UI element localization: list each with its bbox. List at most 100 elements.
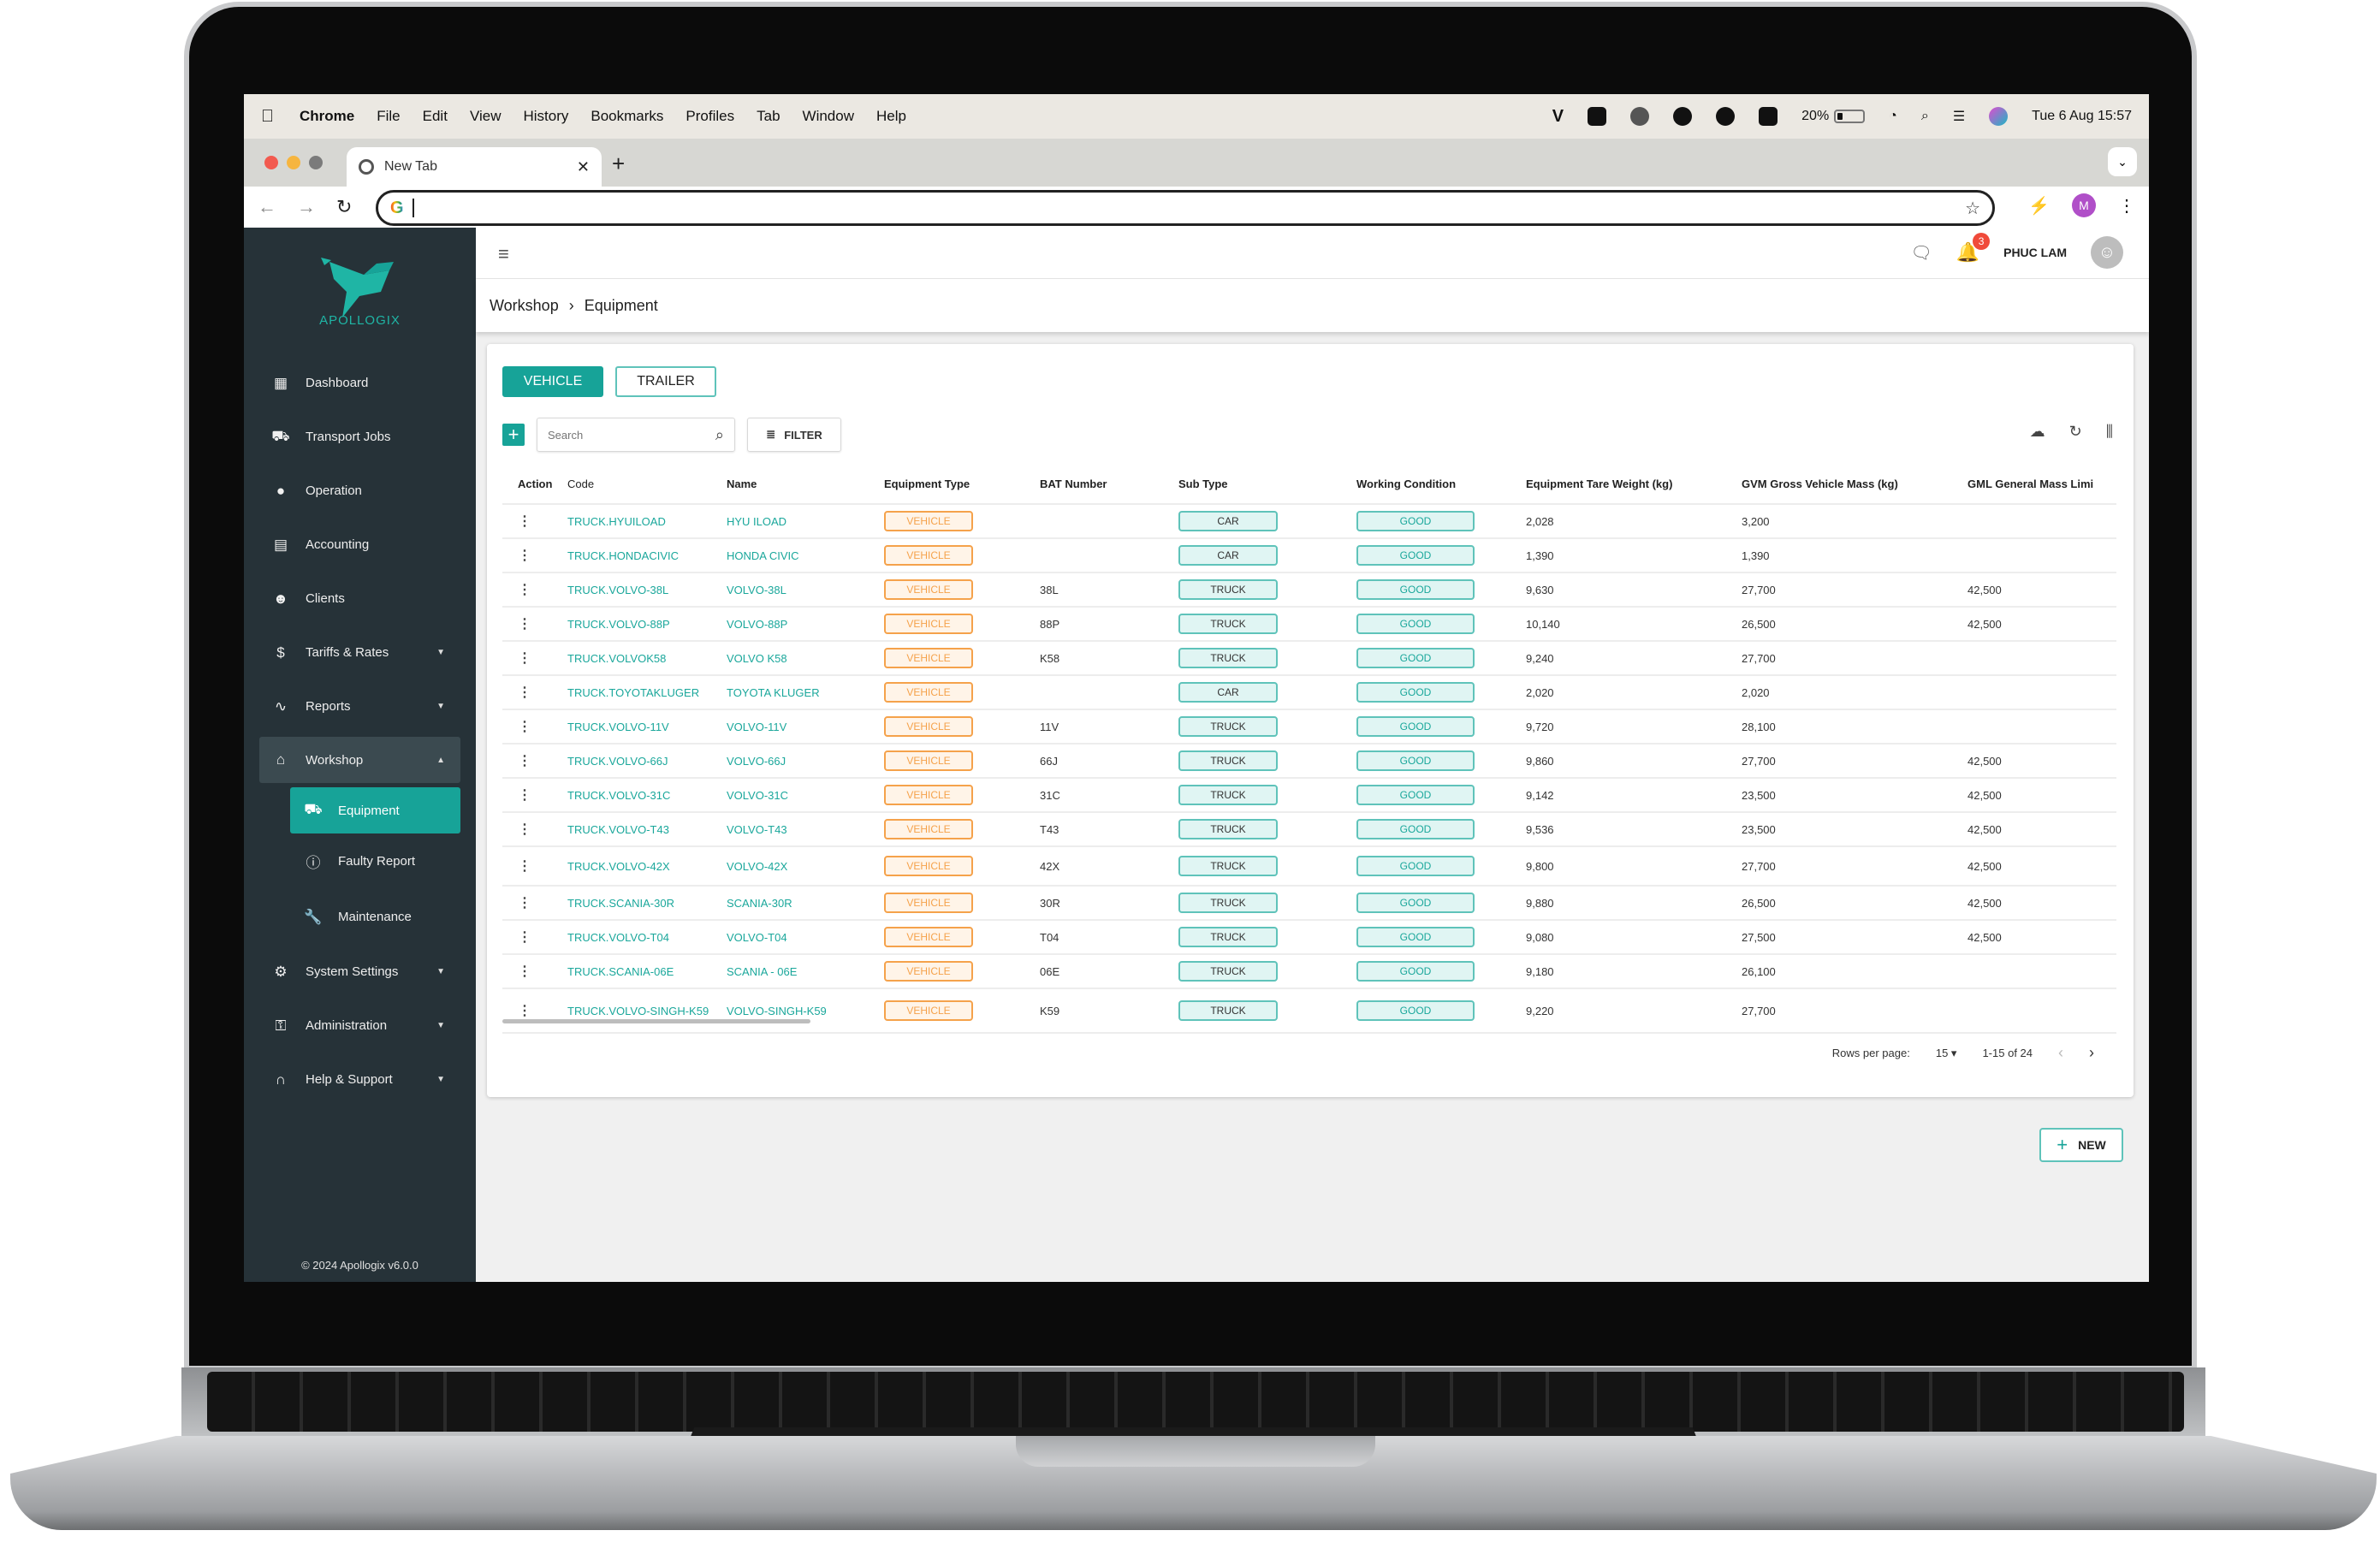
address-bar[interactable]: G ☆ — [376, 190, 1995, 226]
col-equipment-type[interactable]: Equipment Type — [884, 478, 1040, 490]
sidebar-subitem-equipment[interactable]: ⛟ Equipment — [290, 787, 460, 833]
table-row[interactable]: ⋮ TRUCK.VOLVO-T04 VOLVO-T04 VEHICLE T04 TRUCK… — [502, 921, 2116, 955]
cell-code[interactable]: TRUCK.VOLVO-11V — [567, 721, 727, 733]
table-row[interactable]: ⋮ TRUCK.VOLVO-31C VOLVO-31C VEHICLE 31C TRUCK… — [502, 779, 2116, 813]
sidebar-item-transport-jobs[interactable]: ⛟ Transport Jobs — [244, 410, 476, 464]
sidebar-item-dashboard[interactable]: ▦ Dashboard — [244, 356, 476, 410]
cell-code[interactable]: TRUCK.HONDACIVIC — [567, 549, 727, 562]
row-actions-icon[interactable]: ⋮ — [518, 964, 531, 979]
row-actions-icon[interactable]: ⋮ — [518, 930, 531, 945]
teamviewer-icon[interactable] — [1588, 107, 1607, 126]
table-row[interactable]: ⋮ TRUCK.VOLVO-66J VOLVO-66J VEHICLE 66J TRUCK… — [502, 744, 2116, 779]
col-sub-type[interactable]: Sub Type — [1178, 478, 1356, 490]
sidebar-item-tariffs-rates[interactable]: $ Tariffs & Rates ▼ — [244, 626, 476, 679]
clock[interactable]: Tue 6 Aug 15:57 — [2032, 109, 2132, 124]
sidebar-item-reports[interactable]: ∿ Reports ▼ — [244, 679, 476, 733]
columns-icon[interactable]: ⫼ — [2106, 423, 2113, 441]
col-tare-weight[interactable]: Equipment Tare Weight (kg) — [1526, 478, 1742, 490]
search-field[interactable]: ⌕ — [537, 418, 735, 452]
table-row[interactable]: ⋮ TRUCK.SCANIA-06E SCANIA - 06E VEHICLE 06E T… — [502, 955, 2116, 989]
refresh-icon[interactable]: ↻ — [2069, 423, 2082, 441]
siri-icon[interactable] — [1989, 107, 2009, 126]
table-row[interactable]: ⋮ TRUCK.VOLVO-38L VOLVO-38L VEHICLE 38L TRUCK… — [502, 573, 2116, 608]
horizontal-scrollbar[interactable] — [502, 1019, 810, 1023]
wifi-icon[interactable]: ◔ — [1889, 109, 1897, 124]
control-center-icon[interactable]: ☰ — [1953, 108, 1965, 125]
checkmark-app-icon[interactable] — [1759, 107, 1778, 126]
table-row[interactable]: ⋮ TRUCK.VOLVO-SINGH-K59 VOLVO-SINGH-K59 VEH… — [502, 989, 2116, 1034]
cell-code[interactable]: TRUCK.VOLVO-66J — [567, 755, 727, 768]
col-working-condition[interactable]: Working Condition — [1356, 478, 1526, 490]
cell-code[interactable]: TRUCK.VOLVO-T43 — [567, 823, 727, 836]
menu-tab[interactable]: Tab — [757, 108, 780, 125]
cell-name[interactable]: TOYOTA KLUGER — [727, 686, 884, 699]
profile-avatar[interactable]: M — [2072, 193, 2096, 217]
row-actions-icon[interactable]: ⋮ — [518, 720, 531, 734]
col-gml[interactable]: GML General Mass Limi — [1968, 478, 2096, 490]
table-row[interactable]: ⋮ TRUCK.VOLVO-88P VOLVO-88P VEHICLE 88P TRUCK… — [502, 608, 2116, 642]
tab-search-chevron-icon[interactable]: ⌄ — [2108, 147, 2137, 176]
cell-name[interactable]: HYU ILOAD — [727, 515, 884, 528]
cell-code[interactable]: TRUCK.VOLVOK58 — [567, 652, 727, 665]
menu-profiles[interactable]: Profiles — [686, 108, 734, 125]
row-actions-icon[interactable]: ⋮ — [518, 583, 531, 597]
battery-indicator[interactable]: 20% — [1801, 109, 1866, 124]
cell-code[interactable]: TRUCK.TOYOTAKLUGER — [567, 686, 727, 699]
row-actions-icon[interactable]: ⋮ — [518, 754, 531, 768]
cell-name[interactable]: VOLVO-T43 — [727, 823, 884, 836]
row-actions-icon[interactable]: ⋮ — [518, 685, 531, 700]
zoom-window-button[interactable] — [309, 156, 323, 169]
hamburger-menu-icon[interactable]: ≡ — [498, 243, 509, 265]
cell-name[interactable]: VOLVO-66J — [727, 755, 884, 768]
user-name[interactable]: PHUC LAM — [2003, 246, 2067, 259]
cell-name[interactable]: SCANIA - 06E — [727, 965, 884, 978]
menu-edit[interactable]: Edit — [423, 108, 448, 125]
vehicle-tab[interactable]: VEHICLE — [502, 366, 603, 397]
user-avatar[interactable]: ☺ — [2091, 236, 2123, 269]
cell-code[interactable]: TRUCK.VOLVO-SINGH-K59 — [567, 1005, 727, 1017]
more-menu-icon[interactable]: ⋮ — [2118, 195, 2135, 217]
sidebar-item-workshop[interactable]: ⌂ Workshop ▲ — [259, 737, 460, 783]
close-window-button[interactable] — [264, 156, 278, 169]
chat-icon[interactable]: 🗨 — [1910, 242, 1932, 264]
cell-code[interactable]: TRUCK.HYUILOAD — [567, 515, 727, 528]
row-actions-icon[interactable]: ⋮ — [518, 859, 531, 874]
row-actions-icon[interactable]: ⋮ — [518, 822, 531, 837]
cell-code[interactable]: TRUCK.VOLVO-31C — [567, 789, 727, 802]
sidebar-item-operation[interactable]: ● Operation — [244, 464, 476, 518]
new-button[interactable]: + NEW — [2039, 1128, 2123, 1162]
cell-name[interactable]: SCANIA-30R — [727, 897, 884, 910]
add-equipment-button[interactable]: + — [502, 424, 525, 446]
table-row[interactable]: ⋮ TRUCK.VOLVOK58 VOLVO K58 VEHICLE K58 TRUCK G… — [502, 642, 2116, 676]
menu-view[interactable]: View — [470, 108, 502, 125]
messenger-icon[interactable] — [1673, 107, 1693, 126]
col-name[interactable]: Name — [727, 478, 884, 490]
spotlight-search-icon[interactable]: ⌕ — [1921, 109, 1929, 124]
cloud-download-icon[interactable]: ☁ — [2030, 423, 2045, 441]
menu-file[interactable]: File — [377, 108, 400, 125]
cell-name[interactable]: VOLVO-SINGH-K59 — [727, 1005, 884, 1017]
row-actions-icon[interactable]: ⋮ — [518, 788, 531, 803]
table-row[interactable]: ⋮ TRUCK.SCANIA-30R SCANIA-30R VEHICLE 30R TRU… — [502, 887, 2116, 921]
row-actions-icon[interactable]: ⋮ — [518, 896, 531, 911]
menu-help[interactable]: Help — [876, 108, 906, 125]
cell-code[interactable]: TRUCK.VOLVO-38L — [567, 584, 727, 596]
sidebar-subitem-maintenance[interactable]: 🔧 Maintenance — [244, 889, 476, 945]
notifications-button[interactable]: 🔔 3 — [1956, 233, 1991, 264]
back-arrow-icon[interactable]: ← — [258, 196, 276, 218]
vpn-icon[interactable]: V — [1552, 107, 1564, 127]
sidebar-subitem-faulty-report[interactable]: ⓘ Faulty Report — [244, 833, 476, 889]
extension-icon[interactable]: ⚡ — [2028, 195, 2050, 217]
table-row[interactable]: ⋮ TRUCK.VOLVO-T43 VOLVO-T43 VEHICLE T43 TRUCK… — [502, 813, 2116, 847]
table-row[interactable]: ⋮ TRUCK.TOYOTAKLUGER TOYOTA KLUGER VEHICLE C… — [502, 676, 2116, 710]
cell-code[interactable]: TRUCK.SCANIA-06E — [567, 965, 727, 978]
menu-app-name[interactable]: Chrome — [300, 108, 354, 125]
menu-history[interactable]: History — [523, 108, 568, 125]
menu-bookmarks[interactable]: Bookmarks — [591, 108, 663, 125]
browser-tab[interactable]: New Tab ✕ — [347, 147, 602, 187]
row-actions-icon[interactable]: ⋮ — [518, 549, 531, 563]
sidebar-item-help-support[interactable]: ∩ Help & Support ▼ — [244, 1053, 476, 1106]
table-row[interactable]: ⋮ TRUCK.HYUILOAD HYU ILOAD VEHICLE CAR GOOD 2,… — [502, 505, 2116, 539]
breadcrumb-workshop[interactable]: Workshop — [490, 297, 559, 315]
row-actions-icon[interactable]: ⋮ — [518, 1004, 531, 1018]
